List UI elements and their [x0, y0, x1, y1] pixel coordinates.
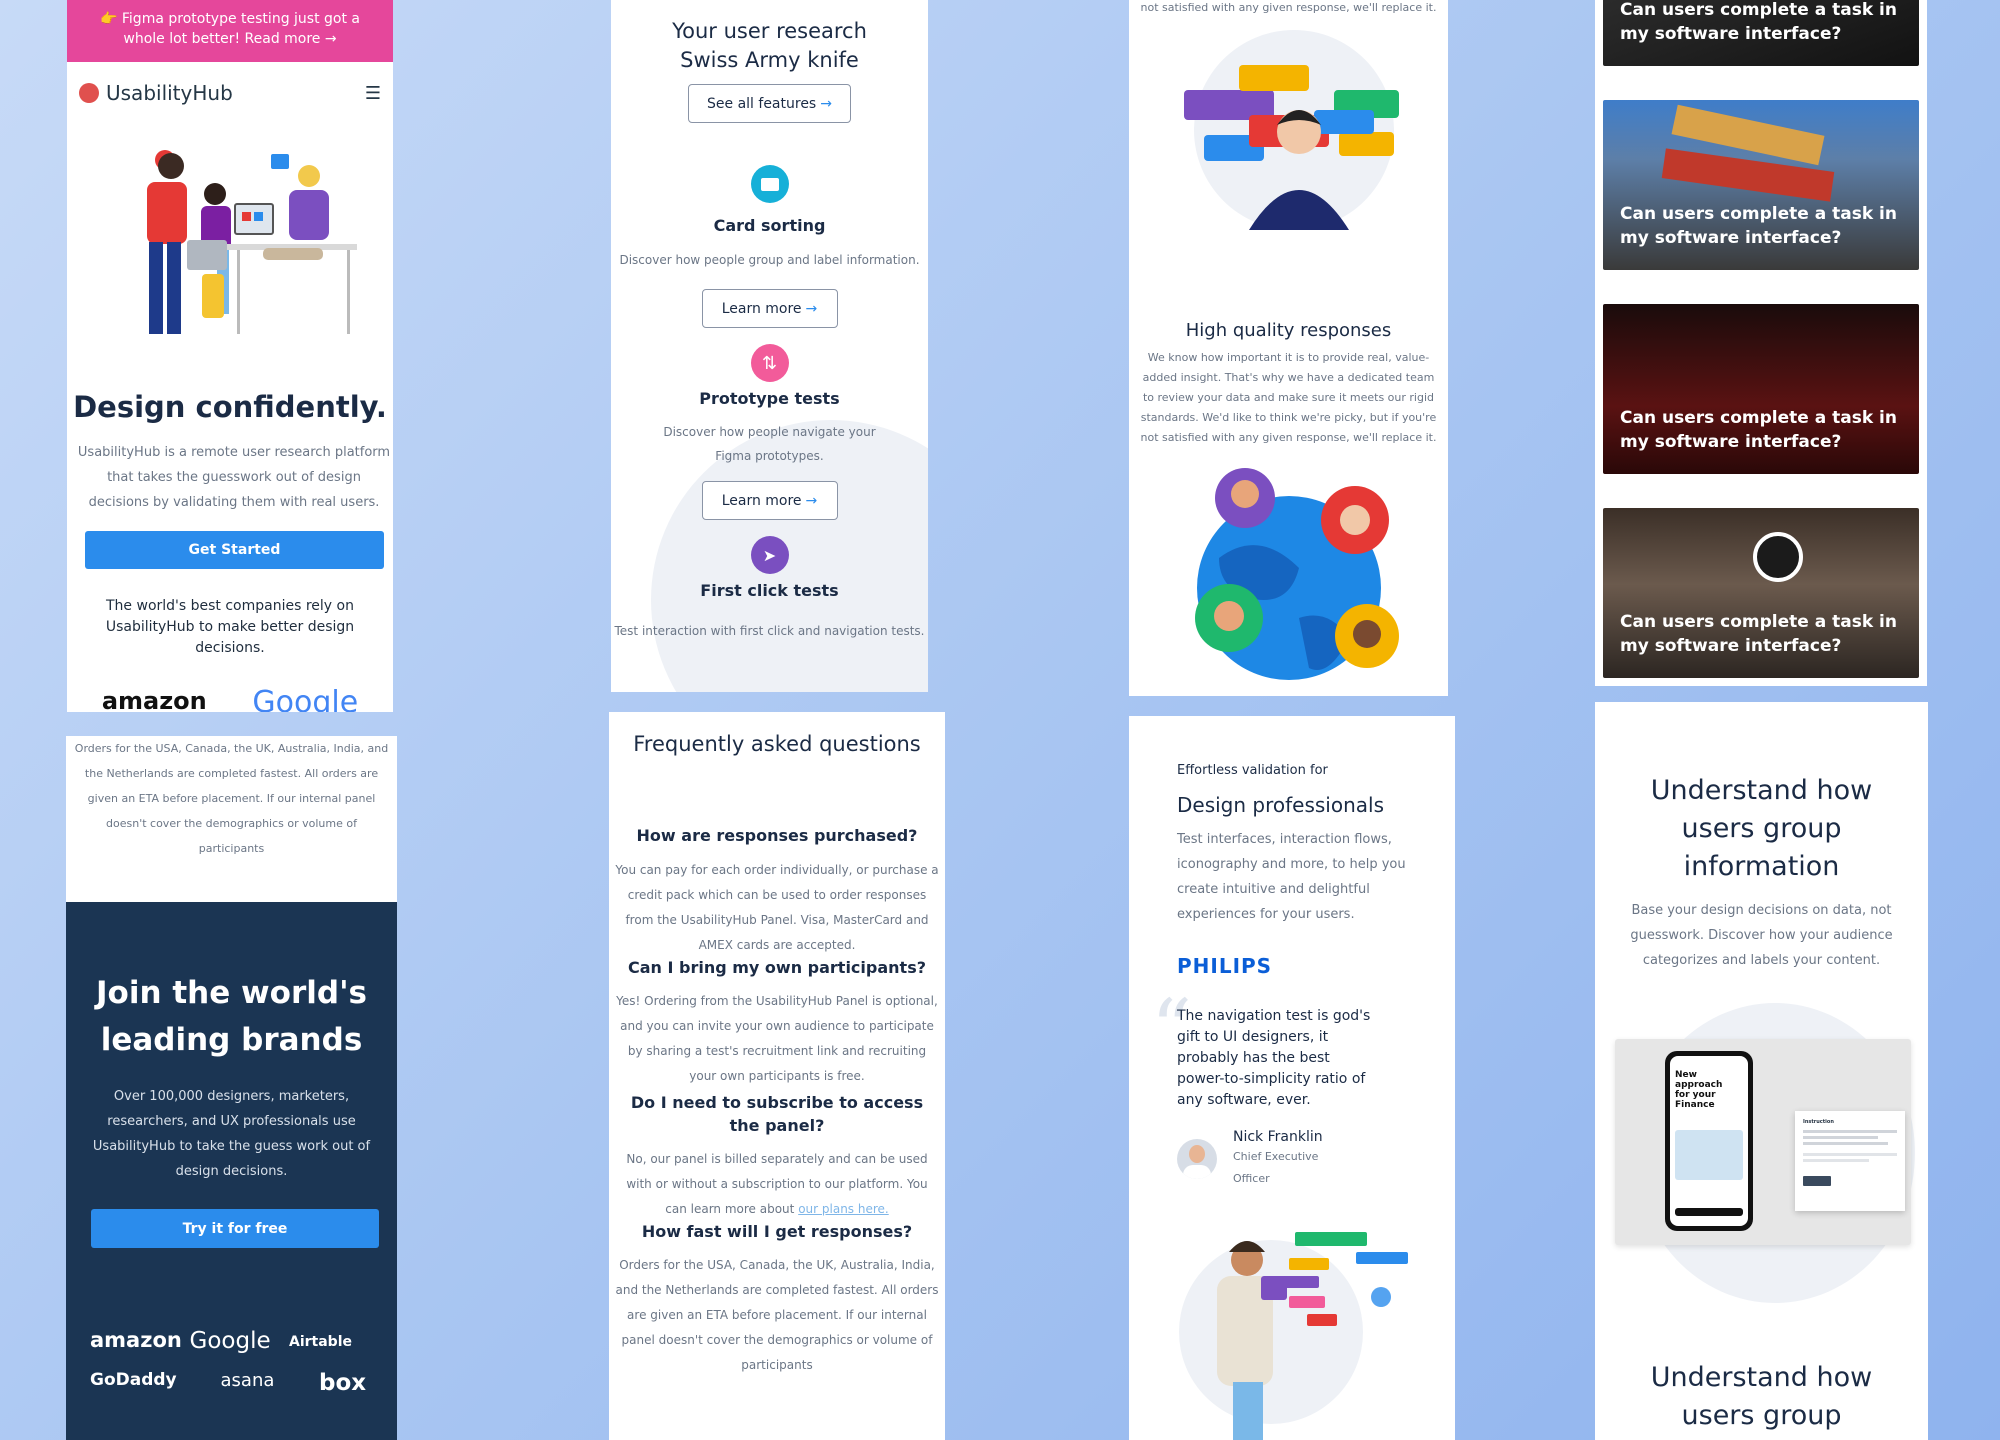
- prototype-tests-icon: ⇅: [750, 344, 789, 382]
- use-case-card[interactable]: Can users complete a task in my software…: [1603, 0, 1919, 66]
- learn-more-label: Learn more: [721, 300, 802, 317]
- join-headline: Join the world's leading brands: [96, 975, 368, 1058]
- globe-illustration: [1195, 468, 1399, 680]
- use-case-card[interactable]: Can users complete a task in my software…: [1603, 100, 1919, 270]
- card-sorting-icon: [750, 165, 789, 203]
- section-desc: Base your design decisions on data, not …: [1630, 903, 1893, 968]
- amazon-logo: amazon: [90, 1328, 182, 1352]
- feature-desc: Test interaction with first click and na…: [614, 624, 925, 638]
- team-illustration: [147, 150, 357, 334]
- author-name: Nick Franklin: [1233, 1129, 1323, 1145]
- learn-more-button[interactable]: Learn more →: [701, 481, 838, 520]
- godaddy-logo: GoDaddy: [90, 1370, 177, 1390]
- feature-desc: Discover how people group and label info…: [619, 253, 920, 267]
- continue-button[interactable]: [1803, 1176, 1831, 1186]
- features-title: Your user research Swiss Army knife: [672, 19, 867, 72]
- header: UsabilityHub ☰: [67, 62, 393, 124]
- section-title: Understand how users group information: [1650, 775, 1873, 882]
- faq-question[interactable]: How are responses purchased?: [609, 826, 945, 845]
- section-desc: We know how important it is to provide r…: [1140, 351, 1437, 444]
- card-title: Can users complete a task in my software…: [1620, 612, 1897, 656]
- faq-question[interactable]: Do I need to subscribe to access the pan…: [609, 1091, 945, 1137]
- learn-more-label: Learn more: [721, 492, 802, 509]
- join-section: Join the world's leading brands Over 100…: [66, 902, 397, 1440]
- arrow-right-icon: →: [805, 300, 818, 317]
- join-description: Over 100,000 designers, marketers, resea…: [92, 1089, 371, 1179]
- panel-design-professionals: Effortless validation for Design profess…: [1129, 716, 1455, 1440]
- faq-question[interactable]: How fast will I get responses?: [609, 1222, 945, 1241]
- phone-mockup: New approach for your Finance: [1665, 1051, 1753, 1231]
- google-logo: Google: [252, 685, 359, 712]
- feature-title: Card sorting: [713, 216, 826, 235]
- chat-bubbles-illustration: [1184, 30, 1399, 230]
- brand-logos: amazon Google Airtable GoDaddy asana box: [66, 1248, 397, 1396]
- try-free-button[interactable]: Try it for free: [91, 1209, 379, 1248]
- amazon-logo: amazon: [102, 688, 207, 712]
- phone-text: New approach for your Finance: [1675, 1070, 1723, 1110]
- panel-card-sorting: Understand how users group information B…: [1595, 702, 1928, 1440]
- faq-title: Frequently asked questions: [633, 732, 921, 756]
- panel-join-brands: Orders for the USA, Canada, the UK, Aust…: [66, 736, 397, 1440]
- faq-question[interactable]: Can I bring my own participants?: [609, 958, 945, 977]
- panel-quality-responses: not satisfied with any given response, w…: [1129, 0, 1448, 696]
- card-title: Can users complete a task in my software…: [1620, 204, 1897, 248]
- learn-more-button[interactable]: Learn more →: [701, 289, 838, 328]
- announcement-banner[interactable]: 👉 Figma prototype testing just got a who…: [67, 0, 393, 62]
- get-started-button[interactable]: Get Started: [85, 531, 384, 569]
- faq-answer: You can pay for each order individually,…: [615, 863, 939, 952]
- hero-description: UsabilityHub is a remote user research p…: [77, 445, 391, 510]
- section-title-repeat: Understand how users group information: [1650, 1362, 1873, 1440]
- box-logo: box: [319, 1370, 367, 1396]
- author-role: Chief Executive Officer: [1233, 1150, 1319, 1185]
- faq-answer-continuation: Orders for the USA, Canada, the UK, Aust…: [74, 742, 389, 855]
- logo-text[interactable]: UsabilityHub: [106, 81, 233, 105]
- use-case-card[interactable]: Can users complete a task in my software…: [1603, 304, 1919, 474]
- feature-title: Prototype tests: [699, 389, 840, 408]
- panel-faq: Frequently asked questions How are respo…: [609, 712, 945, 1440]
- avatar: [1177, 1139, 1217, 1179]
- logo-icon: [79, 83, 99, 103]
- use-case-card[interactable]: Can users complete a task in my software…: [1603, 508, 1919, 678]
- first-click-icon: ➤: [750, 536, 789, 574]
- card-title: Can users complete a task in my software…: [1620, 408, 1897, 452]
- faq-answer: No, our panel is billed separately and c…: [609, 1147, 945, 1222]
- arrow-right-icon: →: [805, 492, 818, 509]
- top-text: not satisfied with any given response, w…: [1140, 1, 1437, 14]
- asana-logo: asana: [220, 1370, 275, 1391]
- hero-headline: Design confidently.: [73, 390, 387, 424]
- section-title: High quality responses: [1185, 320, 1392, 341]
- faq-answer: Yes! Ordering from the UsabilityHub Pane…: [616, 994, 938, 1083]
- faq-answer: Orders for the USA, Canada, the UK, Aust…: [615, 1258, 939, 1372]
- philips-logo: PHILIPS: [1177, 954, 1273, 978]
- banner-text: 👉 Figma prototype testing just got a who…: [100, 11, 360, 47]
- testimonial-quote: The navigation test is god's gift to UI …: [1177, 1008, 1371, 1108]
- panel-features: Your user research Swiss Army knife See …: [611, 0, 928, 692]
- airtable-logo: Airtable: [289, 1334, 352, 1350]
- see-all-features-button[interactable]: See all features →: [688, 84, 851, 123]
- section-title: Design professionals: [1177, 793, 1385, 817]
- instruction-dialog: Instruction: [1795, 1111, 1905, 1211]
- designer-illustration: [1179, 1232, 1408, 1440]
- panel-homepage-hero: 👉 Figma prototype testing just got a who…: [67, 0, 393, 712]
- google-logo: Google: [189, 1328, 271, 1354]
- dialog-title: Instruction: [1803, 1119, 1834, 1125]
- arrow-right-icon: →: [820, 95, 832, 112]
- plans-link[interactable]: our plans here.: [798, 1202, 889, 1216]
- card-title: Can users complete a task in my software…: [1620, 0, 1897, 44]
- feature-title: First click tests: [700, 581, 839, 600]
- panel-use-cases: Can users complete a task in my software…: [1595, 0, 1927, 686]
- section-desc: Test interfaces, interaction flows, icon…: [1177, 832, 1406, 922]
- product-mockup: New approach for your Finance Instructio…: [1595, 1003, 1928, 1323]
- trust-text: The world's best companies rely on Usabi…: [105, 598, 355, 656]
- menu-icon[interactable]: ☰: [365, 83, 381, 104]
- see-all-label: See all features: [707, 95, 817, 112]
- feature-desc: Discover how people navigate your Figma …: [663, 425, 876, 463]
- company-logos: amazon Google: [67, 685, 393, 712]
- eyebrow: Effortless validation for: [1177, 763, 1328, 778]
